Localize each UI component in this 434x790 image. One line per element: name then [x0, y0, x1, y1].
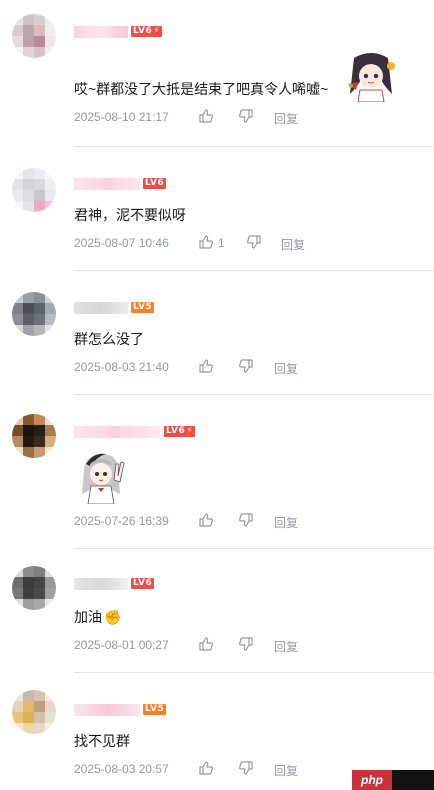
comment-meta: 2025-08-01 00:27 回复	[74, 636, 374, 654]
avatar[interactable]	[12, 690, 56, 734]
dislike-icon[interactable]	[238, 108, 254, 124]
level-badge: LV5	[143, 704, 167, 715]
username[interactable]	[74, 302, 128, 314]
watermark: php	[352, 770, 434, 790]
reply-button[interactable]: 回复	[274, 514, 298, 531]
username[interactable]	[74, 178, 140, 190]
like-icon[interactable]	[198, 636, 214, 652]
reply-button[interactable]: 回复	[274, 762, 298, 779]
comment-text-content: 加油	[74, 609, 102, 625]
comment-meta: 2025-08-03 20:57 回复	[74, 760, 374, 778]
anime-girl-sticker	[348, 53, 395, 102]
level-badge: LV6	[143, 178, 167, 189]
avatar[interactable]	[12, 566, 56, 610]
avatar[interactable]	[12, 168, 56, 212]
level-badge: LV6	[131, 578, 155, 589]
comment-text: 群怎么没了	[74, 331, 144, 347]
like-icon[interactable]	[198, 108, 214, 124]
reply-button[interactable]: 回复	[281, 236, 305, 253]
divider	[74, 672, 434, 673]
reply-button[interactable]: 回复	[274, 638, 298, 655]
level-badge: LV6⚡	[164, 426, 196, 437]
comment-time: 2025-08-01 00:27	[74, 638, 169, 652]
divider	[74, 394, 434, 395]
comment-time: 2025-08-10 21:17	[74, 110, 169, 124]
like-icon[interactable]	[198, 234, 214, 250]
username[interactable]	[74, 426, 160, 438]
watermark-logo: php	[352, 770, 392, 790]
dislike-icon[interactable]	[238, 512, 254, 528]
comment-time: 2025-08-03 20:57	[74, 762, 169, 776]
comment-text: 哎~群都没了大抵是结束了吧真令人唏嘘~	[74, 81, 329, 97]
dislike-icon[interactable]	[238, 636, 254, 652]
anime-girl-peace-sticker	[82, 453, 125, 504]
username[interactable]	[74, 704, 140, 716]
comment-meta: 2025-08-10 21:17 回复	[74, 108, 374, 126]
level-badge: LV6⚡	[131, 26, 163, 37]
comment-meta: 2025-08-07 10:46 1 回复	[74, 234, 374, 252]
divider	[74, 270, 434, 271]
dislike-icon[interactable]	[246, 234, 262, 250]
like-icon[interactable]	[198, 512, 214, 528]
comment-time: 2025-08-07 10:46	[74, 236, 169, 250]
divider	[74, 146, 434, 147]
reply-button[interactable]: 回复	[274, 360, 298, 377]
like-icon[interactable]	[198, 358, 214, 374]
comment-meta: 2025-08-03 21:40 回复	[74, 358, 374, 376]
reply-button[interactable]: 回复	[274, 110, 298, 127]
username[interactable]	[74, 26, 128, 38]
comment-text: 找不见群	[74, 733, 130, 749]
watermark-bar	[392, 770, 434, 790]
comment-time: 2025-08-03 21:40	[74, 360, 169, 374]
username[interactable]	[74, 578, 128, 590]
like-icon[interactable]	[198, 760, 214, 776]
like-count: 1	[218, 236, 225, 250]
avatar[interactable]	[12, 414, 56, 458]
dislike-icon[interactable]	[238, 760, 254, 776]
comment-meta: 2025-07-26 16:39 回复	[74, 512, 374, 530]
comment-text: 加油 ✊	[74, 608, 121, 626]
comment-text: 君神，泥不要似呀	[74, 207, 186, 223]
comment-time: 2025-07-26 16:39	[74, 514, 169, 528]
avatar[interactable]	[12, 292, 56, 336]
divider	[74, 548, 434, 549]
avatar[interactable]	[12, 14, 56, 58]
fist-emoji-icon: ✊	[104, 609, 122, 625]
level-badge: LV5	[131, 302, 155, 313]
dislike-icon[interactable]	[238, 358, 254, 374]
